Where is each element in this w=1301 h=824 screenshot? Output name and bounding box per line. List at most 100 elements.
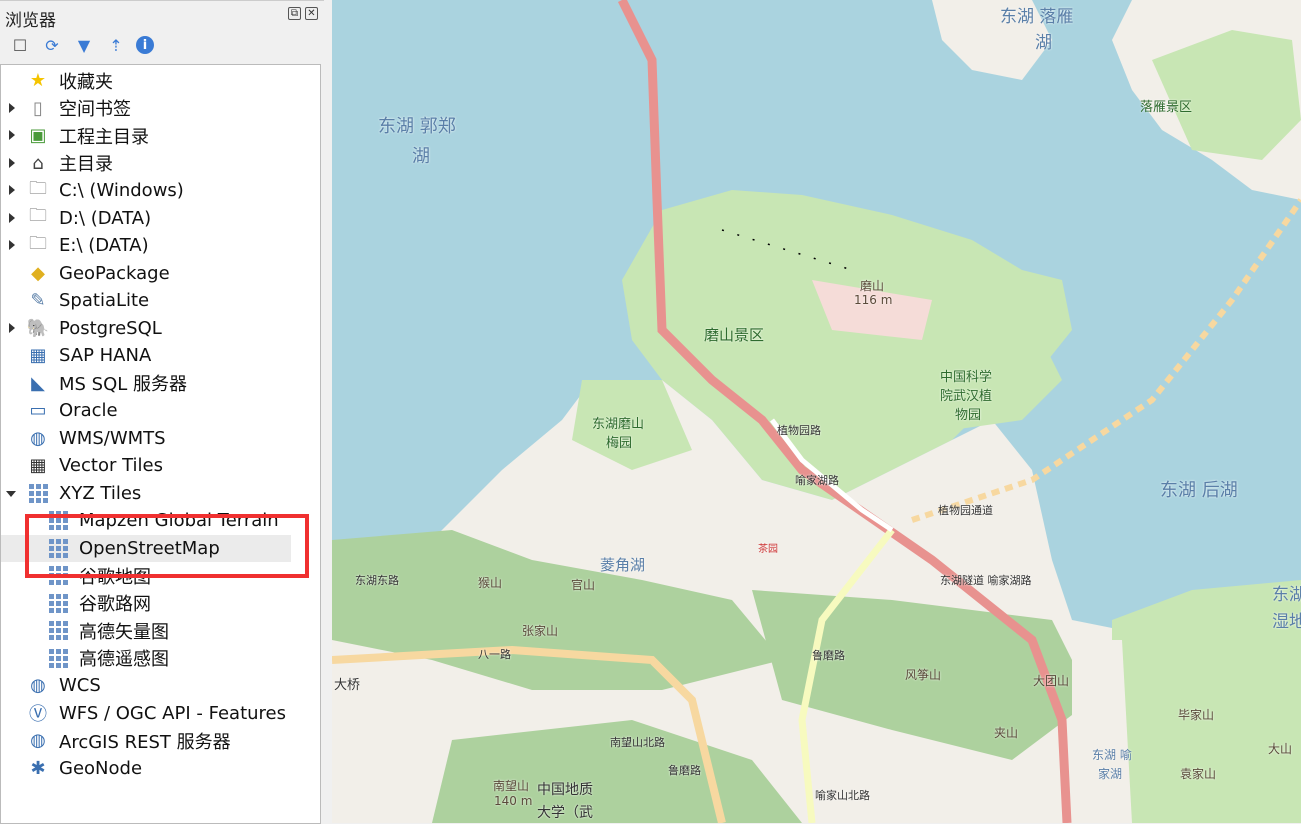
postgresql-icon: 🐘 <box>26 317 50 339</box>
tree-item[interactable]: 🗀 C:\ (Windows) <box>1 177 321 204</box>
map-label: 喻家山北路 <box>815 789 870 802</box>
tree-item-label: GeoNode <box>59 757 143 779</box>
tree-item[interactable]: 🗀 E:\ (DATA) <box>1 232 321 259</box>
mssql-icon: ◣ <box>31 372 45 394</box>
tree-item[interactable]: ◍ ArcGIS REST 服务器 <box>1 727 321 754</box>
map-label: 大学（武 <box>537 805 593 821</box>
tree-item[interactable]: ◆ GeoPackage <box>1 260 321 287</box>
tree-item-label: E:\ (DATA) <box>59 235 149 256</box>
map-label: 116 m <box>854 293 893 307</box>
xyz-tiles-icon <box>47 647 69 669</box>
filter-icon[interactable]: ▼ <box>72 34 96 56</box>
map-label: 院武汉植 <box>940 389 993 404</box>
float-panel-button[interactable]: ⧉ <box>288 7 301 20</box>
map-label: 湿地 <box>1272 612 1301 632</box>
tree-item-label: 空间书签 <box>59 99 131 120</box>
tree-item-label: 主目录 <box>59 154 113 175</box>
map-label: 袁家山 <box>1180 767 1217 781</box>
arcgis-icon: ◍ <box>30 730 46 751</box>
map-label: 八一路 <box>478 648 511 661</box>
tree-item-label: D:\ (DATA) <box>59 207 152 229</box>
tree-item[interactable]: 🐘 PostgreSQL <box>1 315 321 342</box>
vector-tiles-icon: ▦ <box>29 455 47 476</box>
globe-icon: ◍ <box>30 675 46 696</box>
bookmark-icon: ▯ <box>33 97 43 119</box>
tree-item[interactable]: ▦ SAP HANA <box>1 342 321 369</box>
spatialite-icon: ✎ <box>30 290 46 311</box>
tree-item[interactable]: ▦ Vector Tiles <box>1 452 321 479</box>
tree-item[interactable]: 高德遥感图 <box>1 645 321 672</box>
map-label: 东湖 郭郑 <box>378 116 456 137</box>
tree-item[interactable]: ◍ WMS/WMTS <box>1 425 321 452</box>
tree-item[interactable]: ◣ MS SQL 服务器 <box>1 370 321 397</box>
tree-item[interactable]: Ⓥ WFS / OGC API - Features <box>1 700 321 727</box>
tree-item[interactable]: XYZ Tiles <box>1 480 321 507</box>
tree-item[interactable]: ▯ 空间书签 <box>1 95 321 122</box>
map-base <box>332 0 1301 823</box>
tree-item[interactable]: ◍ WCS <box>1 672 321 699</box>
map-canvas[interactable]: 东湖 落雁湖东湖 郭郑湖落雁景区 磨山 116 m 磨山景区 中国科学 院武汉植 物园 东湖磨… <box>332 0 1301 823</box>
browser-tree[interactable]: ★ 收藏夹 ▯ 空间书签 ▣ 工程主目录 ⌂ 主目录 🗀 C:\ (Windows) 🗀 D:\ (D… <box>0 64 321 824</box>
collapsed-arrow-icon[interactable] <box>9 157 15 168</box>
map-label: 东湖隧道 喻家湖路 <box>940 574 1032 587</box>
collapsed-arrow-icon[interactable] <box>9 185 15 195</box>
map-label: 东湖 落雁 <box>1000 7 1074 27</box>
map-label: 中国地质 <box>537 782 593 798</box>
xyz-tiles-icon <box>47 620 69 642</box>
collapsed-arrow-icon[interactable] <box>9 212 15 223</box>
tree-item-label: WMS/WMTS <box>59 427 166 449</box>
tree-item[interactable]: ▣ 工程主目录 <box>1 122 321 149</box>
tree-item[interactable]: 🗀 D:\ (DATA) <box>1 205 321 232</box>
tree-item[interactable]: ⌂ 主目录 <box>1 150 321 177</box>
tree-item[interactable]: ★ 收藏夹 <box>1 67 321 94</box>
xyz-tiles-icon <box>27 482 49 504</box>
collapsed-arrow-icon[interactable] <box>9 322 15 333</box>
collapsed-arrow-icon[interactable] <box>9 102 15 113</box>
tree-item-label: XYZ Tiles <box>59 482 142 504</box>
globe-icon: ◍ <box>30 427 46 449</box>
tree-item-label: Vector Tiles <box>59 455 163 476</box>
map-label: 南望山 <box>493 779 530 793</box>
tree-item[interactable]: ▭ Oracle <box>1 397 321 424</box>
panel-title: 浏览器 <box>5 11 56 31</box>
browser-toolbar: ☐ ⟳ ▼ ⇡ i <box>8 34 154 56</box>
star-icon: ★ <box>29 70 47 91</box>
map-label: 官山 <box>571 578 596 592</box>
map-label: 植物园路 <box>777 424 821 437</box>
tree-item-label: MS SQL 服务器 <box>59 374 188 395</box>
collapsed-arrow-icon[interactable] <box>9 240 15 250</box>
tree-item[interactable]: 高德矢量图 <box>1 617 321 644</box>
map-label: 猴山 <box>478 576 503 590</box>
map-label: 东湖 <box>1272 585 1301 605</box>
refresh-icon[interactable]: ⟳ <box>40 34 64 56</box>
folder-icon: 🗀 <box>29 205 47 226</box>
sap-hana-icon: ▦ <box>29 345 47 366</box>
map-label: 中国科学 <box>940 370 993 385</box>
map-label: 张家山 <box>522 624 559 638</box>
add-layer-icon[interactable]: ☐ <box>8 34 32 56</box>
map-label: 大桥 <box>334 678 361 693</box>
tree-item-label: Oracle <box>59 400 118 421</box>
tree-item[interactable]: 谷歌路网 <box>1 590 321 617</box>
panel-splitter[interactable] <box>324 0 332 823</box>
map-label: 东湖 喻 <box>1092 748 1132 762</box>
map-label: 夹山 <box>994 726 1019 740</box>
collapsed-arrow-icon[interactable] <box>9 130 15 140</box>
map-label: 东湖东路 <box>355 574 399 587</box>
tree-item-label: SpatiaLite <box>59 290 150 311</box>
tree-item-label: PostgreSQL <box>59 317 162 339</box>
info-icon[interactable]: i <box>136 36 154 54</box>
land <box>1072 640 1132 823</box>
xyz-tiles-icon <box>47 592 69 614</box>
geonode-icon: ✱ <box>30 757 46 779</box>
map-label: 鲁磨路 <box>812 649 845 662</box>
map-label: 喻家湖路 <box>795 474 839 487</box>
collapse-icon[interactable]: ⇡ <box>104 34 128 56</box>
tree-item[interactable]: ✎ SpatiaLite <box>1 287 321 314</box>
map-label: 物园 <box>955 408 982 423</box>
expanded-arrow-icon[interactable] <box>6 490 16 497</box>
tree-item[interactable]: ✱ GeoNode <box>1 755 321 782</box>
close-panel-button[interactable]: ✕ <box>305 7 318 20</box>
map-label: 风筝山 <box>905 668 942 682</box>
oracle-icon: ▭ <box>29 400 47 421</box>
